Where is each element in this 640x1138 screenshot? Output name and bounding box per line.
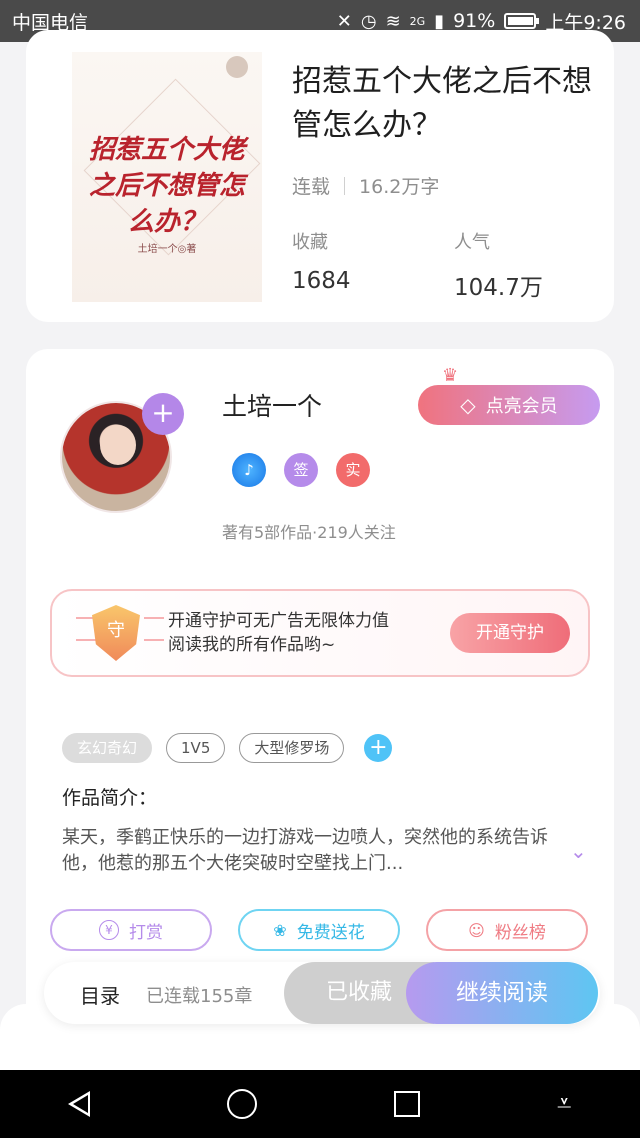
tag-item[interactable]: 玄幻奇幻 <box>62 733 153 763</box>
cover-author: 土培一个◎著 <box>137 244 197 255</box>
signed-badge-icon[interactable]: 签 <box>284 453 318 487</box>
book-cover[interactable]: 招惹五个大佬之后不想管怎么办？ 土培一个◎著 <box>72 52 262 302</box>
open-guard-button[interactable]: 开通守护 <box>450 613 570 653</box>
diamond-icon: ◇ <box>460 393 476 417</box>
add-tag-button[interactable]: + <box>364 734 393 762</box>
stat-value: 104.7万 <box>454 275 543 301</box>
author-name[interactable]: 土培一个 <box>222 387 322 423</box>
fans-icon: ☺ <box>468 920 485 940</box>
follow-button[interactable]: + <box>142 393 184 435</box>
stat-label: 收藏 <box>292 232 328 253</box>
cover-title: 招惹五个大佬之后不想管怎么办？ <box>88 135 245 237</box>
book-meta: 连载 16.2万字 <box>292 172 439 199</box>
author-card: + 土培一个 ♪ 签 实 著有5部作品·219人关注 ♛ ◇ 点亮会员 守 开通… <box>26 349 614 1049</box>
notification-pulldown-icon[interactable]: ⩡ <box>557 1091 572 1117</box>
send-flower-button[interactable]: ❀ 免费送花 <box>238 909 400 951</box>
tag-item[interactable]: 1V5 <box>166 733 226 763</box>
stat-label: 人气 <box>454 232 490 253</box>
book-info-card: 招惹五个大佬之后不想管怎么办？ 土培一个◎著 招惹五个大佬之后不想管怎么办？ 连… <box>26 30 614 322</box>
crown-icon: ♛ <box>442 365 459 386</box>
music-badge-icon[interactable]: ♪ <box>232 453 266 487</box>
tip-label: 打赏 <box>129 922 163 943</box>
home-icon[interactable] <box>227 1089 258 1119</box>
author-badges: ♪ 签 实 <box>232 453 370 487</box>
stat-value: 1684 <box>292 268 351 294</box>
alarm-icon: ◷ <box>360 10 377 32</box>
flower-icon: ❀ <box>273 920 287 940</box>
fan-ranking-label: 粉丝榜 <box>494 922 546 943</box>
author-stats: 著有5部作品·219人关注 <box>222 523 396 542</box>
stat-popularity: 人气 104.7万 <box>454 228 543 302</box>
tag-item[interactable]: 大型修罗场 <box>239 733 345 763</box>
network-label: 2G <box>409 14 426 28</box>
battery-icon <box>504 13 540 29</box>
guard-banner[interactable]: 守 开通守护可无广告无限体力值 阅读我的所有作品哟~ 开通守护 <box>50 589 590 677</box>
shield-icon: 守 <box>92 605 140 661</box>
chevron-down-icon[interactable]: ⌄ <box>570 839 592 863</box>
back-icon[interactable] <box>68 1091 91 1117</box>
action-buttons: ¥ 打赏 ❀ 免费送花 ☺ 粉丝榜 <box>50 909 588 951</box>
intro-text[interactable]: 某天，季鹤正快乐的一边打游戏一边喷人，突然他的系统告诉他，他惹的那五个大佬突破时… <box>62 825 550 877</box>
book-title: 招惹五个大佬之后不想管怎么办？ <box>292 64 592 143</box>
serial-status: 连载 <box>292 176 331 198</box>
wifi-icon: ≋ <box>385 10 401 32</box>
tip-button[interactable]: ¥ 打赏 <box>50 909 212 951</box>
continue-reading-button[interactable]: 继续阅读 <box>406 962 598 1024</box>
tag-list: 玄幻奇幻 1V5 大型修罗场 + <box>62 733 393 763</box>
battery-percent: 91% <box>453 10 496 32</box>
chapter-count[interactable]: 已连载155章 <box>146 982 252 1008</box>
vip-button[interactable]: ◇ 点亮会员 <box>418 385 600 425</box>
fan-ranking-button[interactable]: ☺ 粉丝榜 <box>426 909 588 951</box>
word-count: 16.2万字 <box>359 176 440 198</box>
signal-icon: ▮ <box>434 10 445 32</box>
verified-badge-icon[interactable]: 实 <box>336 453 370 487</box>
coin-icon: ¥ <box>99 920 119 940</box>
intro-title: 作品简介： <box>62 787 158 809</box>
vip-button-label: 点亮会员 <box>485 396 558 417</box>
guard-line-1: 开通守护可无广告无限体力值 <box>168 611 389 631</box>
system-nav-bar: ⩡ <box>0 1070 640 1138</box>
toc-button[interactable]: 目录 <box>80 980 120 1009</box>
recent-apps-icon[interactable] <box>394 1091 421 1117</box>
stat-collect: 收藏 1684 <box>292 228 351 294</box>
guard-line-2: 阅读我的所有作品哟~ <box>168 635 336 655</box>
send-flower-label: 免费送花 <box>296 922 365 943</box>
mute-icon: ✕ <box>336 10 352 32</box>
read-bar: 目录 已连载155章 已收藏 继续阅读 <box>44 962 600 1024</box>
guard-text: 开通守护可无广告无限体力值 阅读我的所有作品哟~ <box>168 609 389 657</box>
